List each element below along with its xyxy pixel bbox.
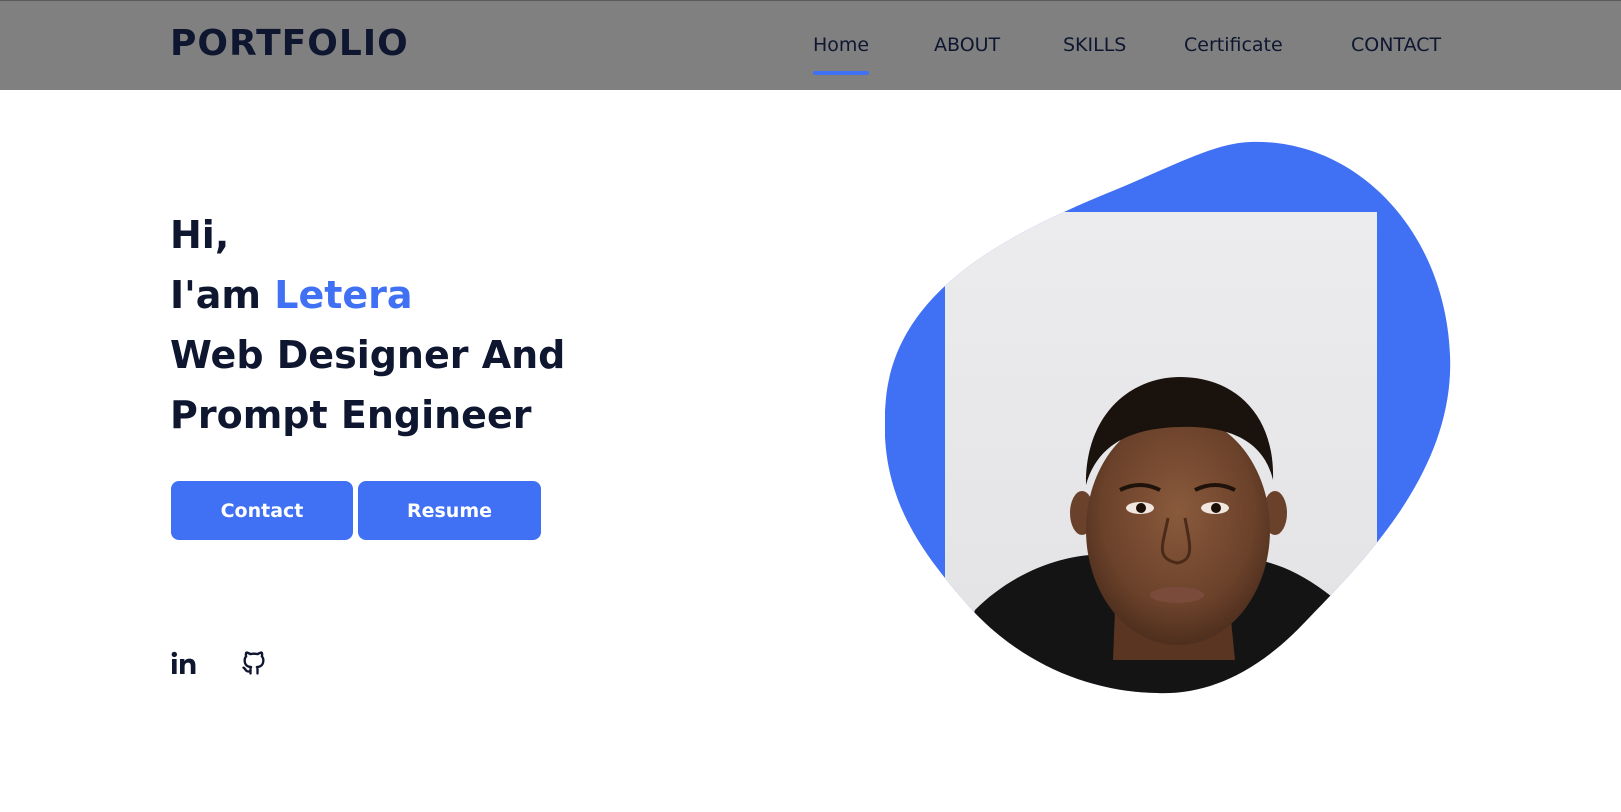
hero-intro-prefix: I'am — [170, 273, 262, 317]
hero-intro: I'am Letera — [170, 265, 565, 325]
profile-blob — [885, 140, 1455, 695]
linkedin-icon[interactable] — [168, 647, 200, 679]
hero-role-line-1: Web Designer And — [170, 333, 566, 377]
profile-photo — [885, 141, 1451, 694]
hero-role-line-2: Prompt Engineer — [170, 393, 532, 437]
nav-contact[interactable]: CONTACT — [1351, 34, 1441, 56]
hero-name: Letera — [274, 273, 413, 317]
contact-button[interactable]: Contact — [171, 481, 353, 540]
nav-about[interactable]: ABOUT — [934, 34, 1000, 56]
resume-button[interactable]: Resume — [358, 481, 541, 540]
github-icon[interactable] — [238, 647, 270, 679]
hero-title: Hi, I'am Letera Web Designer And Prompt … — [170, 205, 565, 445]
nav-certificate[interactable]: Certificate — [1184, 34, 1283, 56]
site-header: PORTFOLIO Home ABOUT SKILLS Certificate … — [0, 0, 1621, 90]
nav-home[interactable]: Home — [813, 34, 870, 75]
hero-greeting: Hi, — [170, 213, 230, 257]
main-nav: Home ABOUT SKILLS Certificate CONTACT — [0, 34, 1621, 75]
nav-skills[interactable]: SKILLS — [1063, 34, 1126, 56]
